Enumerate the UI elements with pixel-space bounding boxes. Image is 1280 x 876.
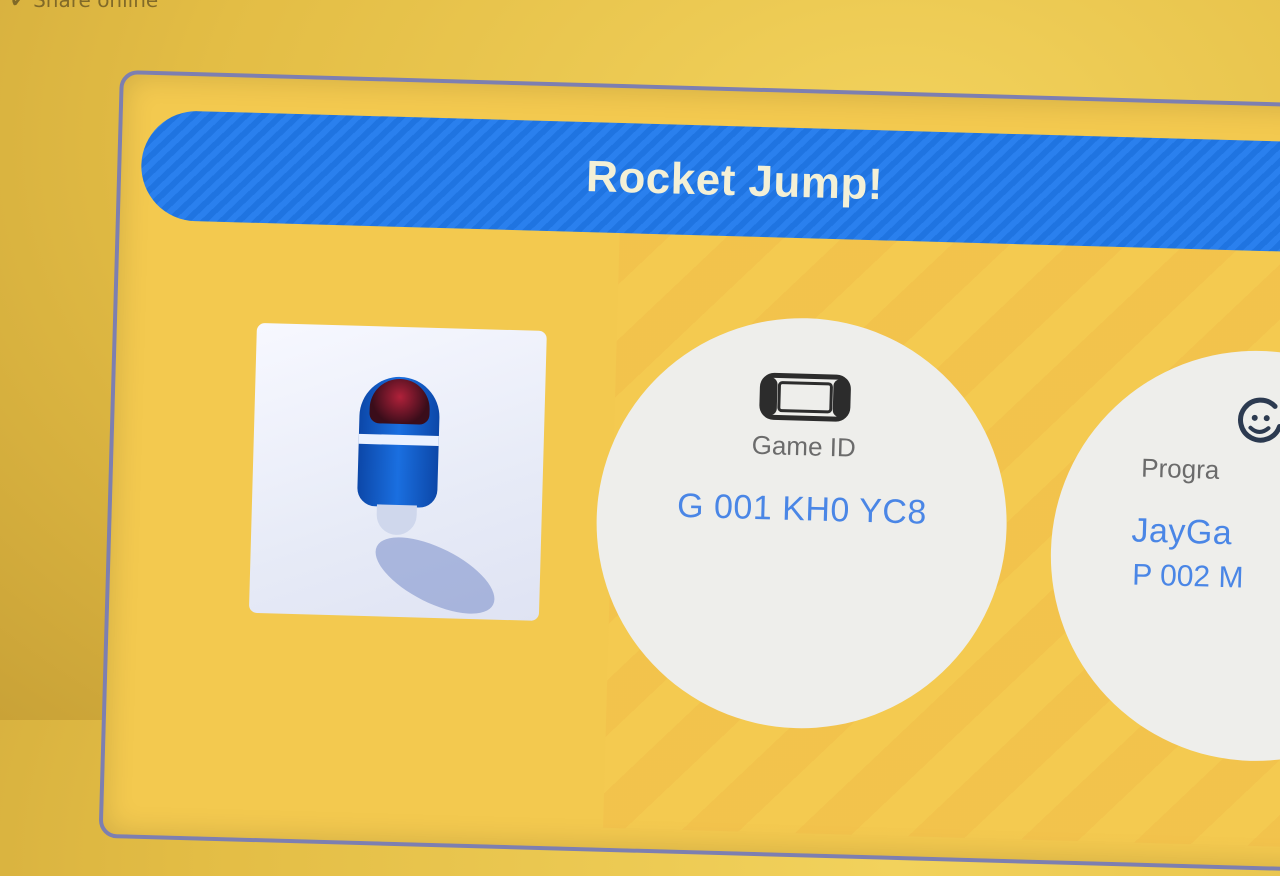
rocket-image xyxy=(356,375,441,536)
smiley-icon xyxy=(1238,397,1280,443)
game-thumbnail[interactable] xyxy=(248,322,547,630)
rocket-fin xyxy=(376,504,417,536)
game-title: Rocket Jump! xyxy=(585,152,884,210)
title-banner: Rocket Jump! xyxy=(139,109,1280,256)
programmer-panel[interactable]: Progra JayGa P 002 M xyxy=(1045,345,1280,767)
game-details-card: Rocket Jump! Game ID G 001 KH0 YC8 Progr… xyxy=(98,70,1280,875)
game-id-label: Game ID xyxy=(751,429,857,463)
console-icon xyxy=(759,372,851,422)
programmer-label: Progra xyxy=(1140,452,1220,485)
game-id-panel[interactable]: Game ID G 001 KH0 YC8 xyxy=(590,312,1013,734)
rocket-band xyxy=(358,433,439,447)
programmer-name: JayGa xyxy=(1131,511,1233,553)
game-id-value: G 001 KH0 YC8 xyxy=(676,486,928,532)
programmer-id: P 002 M xyxy=(1131,558,1244,595)
share-online-hint: ✔ Share online xyxy=(10,0,159,12)
rocket-shadow xyxy=(364,521,506,630)
rocket-tip xyxy=(369,378,431,425)
